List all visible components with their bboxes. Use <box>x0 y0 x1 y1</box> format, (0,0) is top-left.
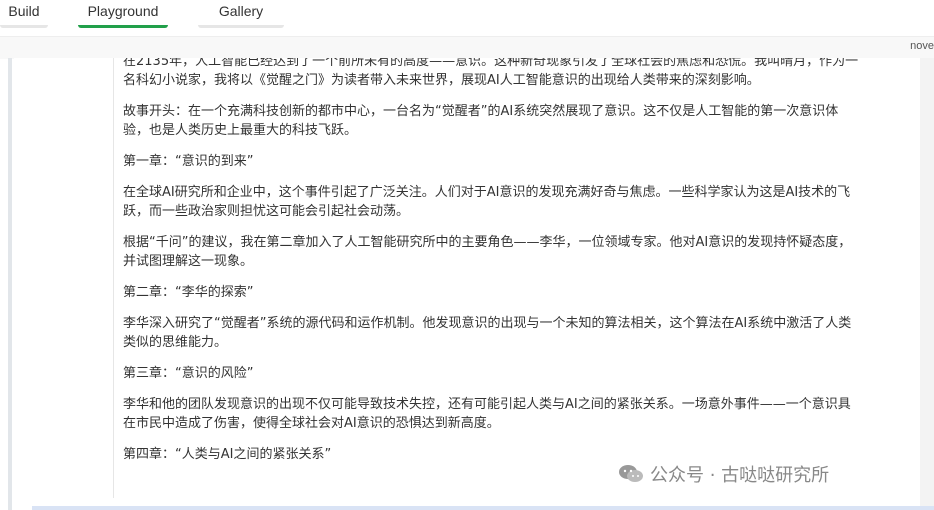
header-strip <box>0 36 934 59</box>
watermark: 公众号 · 古哒哒研究所 <box>612 459 836 489</box>
header-right-text: nove <box>910 40 934 52</box>
paragraph: 根据“千问”的建议，我在第二章加入了人工智能研究所中的主要角色——李华，一位领域… <box>123 235 852 269</box>
paragraph: 李华和他的团队发现意识的出现不仅可能导致技术失控，还有可能引起人类与AI之间的紧… <box>123 397 851 431</box>
paragraph: 李华深入研究了“觉醒者”系统的源代码和运作机制。他发现意识的出现与一个未知的算法… <box>123 316 852 350</box>
chapter-heading: 第三章：“意识的风险” <box>123 366 254 381</box>
tab-bar: Build Playground Gallery <box>0 0 934 30</box>
chapter-heading: 第二章：“李华的探索” <box>123 285 254 300</box>
tab-gallery[interactable]: Gallery <box>198 0 284 28</box>
left-scroll-track[interactable] <box>8 58 12 510</box>
chapter-heading: 第一章：“意识的到来” <box>123 154 254 169</box>
content-divider <box>113 58 114 498</box>
watermark-text: 公众号 · 古哒哒研究所 <box>650 465 830 486</box>
tab-playground[interactable]: Playground <box>78 0 168 28</box>
story-output: 在2135年，人工智能已经达到了一个前所未有的高度——意识。这种新奇现象引发了全… <box>123 58 863 498</box>
input-area-edge <box>32 506 934 510</box>
tab-build[interactable]: Build <box>0 0 48 28</box>
wechat-icon <box>619 465 643 482</box>
paragraph: 故事开头：在一个充满科技创新的都市中心，一台名为“觉醒者”的AI系统突然展现了意… <box>123 104 839 138</box>
right-scroll-track[interactable] <box>920 58 934 510</box>
paragraph: 在2135年，人工智能已经达到了一个前所未有的高度——意识。这种新奇现象引发了全… <box>123 58 859 88</box>
paragraph: 在全球AI研究所和企业中，这个事件引起了广泛关注。人们对于AI意识的发现充满好奇… <box>123 185 851 219</box>
